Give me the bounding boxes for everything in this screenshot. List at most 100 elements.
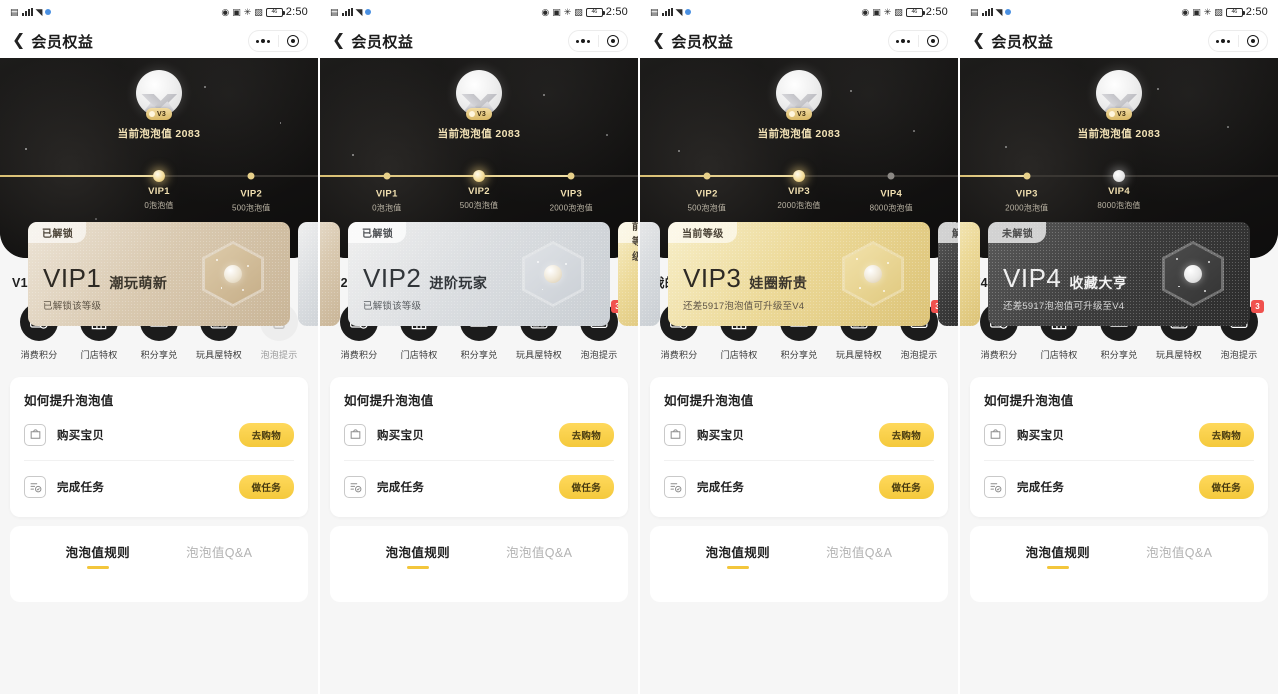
more-dots-icon[interactable] [249,39,278,43]
mute-icon: ▨ [1214,6,1223,17]
level-card-peek-right[interactable]: 未解锁 [938,222,958,326]
rail-level-name: VIP3 [1015,188,1038,200]
status-right-icons: ◉ ▣ ✳ ▨ 46 2:50 [1181,6,1268,18]
tab-rules[interactable]: 泡泡值规则 [66,542,131,569]
level-card-peek-right[interactable] [298,222,318,326]
badge-level-text: V3 [157,110,166,118]
back-button[interactable]: ❮ [652,31,671,51]
boost-label: 购买宝贝 [697,429,745,442]
avatar[interactable]: V3 [136,70,182,120]
status-right-icons: ◉ ▣ ✳ ▨ 46 2:50 [861,6,948,18]
rules-tab-card: 泡泡值规则 泡泡值Q&A [330,526,628,602]
avatar[interactable]: V3 [776,70,822,120]
go-shopping-button[interactable]: 去购物 [878,422,934,447]
privilege-label: 消费积分 [980,350,1018,360]
level-card-vip3[interactable]: 当前等级 VIP3 娃圈新贵 还差5917泡泡值可升级至V4 [668,222,930,326]
battery-icon: 46 [585,7,605,17]
rail-node-vip1[interactable]: VIP1 0泡泡值 [144,170,173,210]
card-title: VIP3 娃圈新贵 [683,265,807,291]
status-blue-dot-icon [685,9,692,15]
task-check-icon [344,476,366,498]
rail-node-vip1[interactable]: VIP1 0泡泡值 [372,172,401,213]
tab-qa[interactable]: 泡泡值Q&A [186,542,252,569]
level-card-vip2[interactable]: 已解锁 VIP2 进阶玩家 已解锁该等级 [348,222,610,326]
tab-rules[interactable]: 泡泡值规则 [706,542,771,569]
rail-node-vip3[interactable]: VIP3 2000泡泡值 [1005,172,1048,213]
rules-tab-card: 泡泡值规则 泡泡值Q&A [970,526,1268,602]
level-card-carousel[interactable]: 已解锁 VIP1 潮玩萌新 已解锁该等级 [0,222,318,330]
rail-node-vip4[interactable]: VIP4 8000泡泡值 [870,172,913,213]
card-level-alias: 娃圈新贵 [749,275,808,291]
level-card-vip1[interactable]: 已解锁 VIP1 潮玩萌新 已解锁该等级 [28,222,290,326]
card-level-name: VIP1 [43,263,102,293]
rail-fill [0,175,159,177]
rail-level-name: VIP3 [560,188,583,200]
back-button[interactable]: ❮ [332,31,351,51]
tab-rules[interactable]: 泡泡值规则 [386,542,451,569]
back-button[interactable]: ❮ [972,31,991,51]
target-icon[interactable] [1239,35,1268,47]
do-task-button[interactable]: 做任务 [878,475,934,499]
rail-node-vip2[interactable]: VIP2 500泡泡值 [460,170,498,210]
rail-node-vip2[interactable]: VIP2 500泡泡值 [687,172,726,213]
tab-underline [208,566,230,569]
level-card-peek-left[interactable] [320,222,340,326]
tab-rules[interactable]: 泡泡值规则 [1026,542,1091,569]
tab-qa[interactable]: 泡泡值Q&A [506,542,572,569]
hero-section: V3 当前泡泡值 2083 VIP1 0泡泡值 VIP2 [0,58,318,326]
tab-underline [86,566,109,569]
screenshot-strip: ▤ ◥ ◉ ▣ ✳ ▨ 46 2:50 ❮ 会员权益 V3 当前泡泡值 2083… [0,0,1280,694]
badge-dot-icon [1109,111,1116,117]
current-score: 当前泡泡值 2083 [757,128,841,140]
level-card-carousel[interactable]: 未解锁 VIP4 收藏大亨 还差5917泡泡值可升级至V4 [960,222,1278,330]
boost-label: 完成任务 [697,482,745,494]
tab-qa[interactable]: 泡泡值Q&A [1146,542,1212,569]
go-shopping-button[interactable]: 去购物 [558,422,614,447]
level-card-carousel[interactable]: 未解锁 当前等级 VIP3 娃圈新贵 还差5917泡泡值可升级至V4 [640,222,958,330]
target-icon[interactable] [599,35,628,47]
status-left-icons: ▤ ◥ [330,7,372,17]
current-score: 当前泡泡值 2083 [437,128,521,140]
signal-bars-icon [661,8,673,16]
level-card-carousel[interactable]: 当前等级 已解锁 VIP2 进阶玩家 已解锁该等级 [320,222,638,330]
status-right-icons: ◉ ▣ ✳ ▨ 46 2:50 [541,6,628,18]
avatar[interactable]: V3 [456,70,502,120]
go-shopping-button[interactable]: 去购物 [238,422,294,447]
status-bar: ▤ ◥ ◉ ▣ ✳ ▨ 46 2:50 [640,0,958,24]
card-level-name: VIP2 [363,263,422,293]
badge-dot-icon [149,111,156,117]
more-dots-icon[interactable] [569,39,598,43]
level-card-peek-left[interactable] [960,222,980,326]
do-task-button[interactable]: 做任务 [558,475,614,499]
rail-node-vip3[interactable]: VIP3 2000泡泡值 [550,172,593,213]
status-blue-dot-icon [1005,9,1012,15]
target-icon[interactable] [919,35,948,47]
level-card-vip4[interactable]: 未解锁 VIP4 收藏大亨 还差5917泡泡值可升级至V4 [988,222,1250,326]
tab-qa[interactable]: 泡泡值Q&A [826,542,892,569]
more-dots-icon[interactable] [889,39,918,43]
status-clock: 2:50 [605,6,628,18]
boost-card: 如何提升泡泡值 购买宝贝 去购物 完成任务 做任务 [970,377,1268,517]
task-check-icon [664,476,686,498]
tab-underline [848,566,870,569]
boost-row-shopping: 购买宝贝 去购物 [344,409,614,461]
target-icon[interactable] [279,35,308,47]
level-card-peek-left[interactable] [640,222,660,326]
page-title: 会员权益 [351,33,414,51]
do-task-button[interactable]: 做任务 [238,475,294,499]
status-clock: 2:50 [1245,6,1268,18]
level-card-peek-right[interactable]: 当前等级 [618,222,638,326]
back-button[interactable]: ❮ [12,31,31,51]
wifi-icon: ◥ [35,6,43,17]
avatar[interactable]: V3 [1096,70,1142,120]
rail-node-vip3[interactable]: VIP3 2000泡泡值 [777,170,820,210]
rail-node-vip4[interactable]: VIP4 8000泡泡值 [1097,170,1140,210]
boost-title: 如何提升泡泡值 [984,394,1074,408]
rules-tab-card: 泡泡值规则 泡泡值Q&A [10,526,308,602]
go-shopping-button[interactable]: 去购物 [1198,422,1254,447]
more-dots-icon[interactable] [1209,39,1238,43]
do-task-button[interactable]: 做任务 [1198,475,1254,499]
rail-level-points: 0泡泡值 [144,201,174,210]
rail-fill [640,175,799,177]
rail-node-vip2[interactable]: VIP2 500泡泡值 [232,172,270,213]
